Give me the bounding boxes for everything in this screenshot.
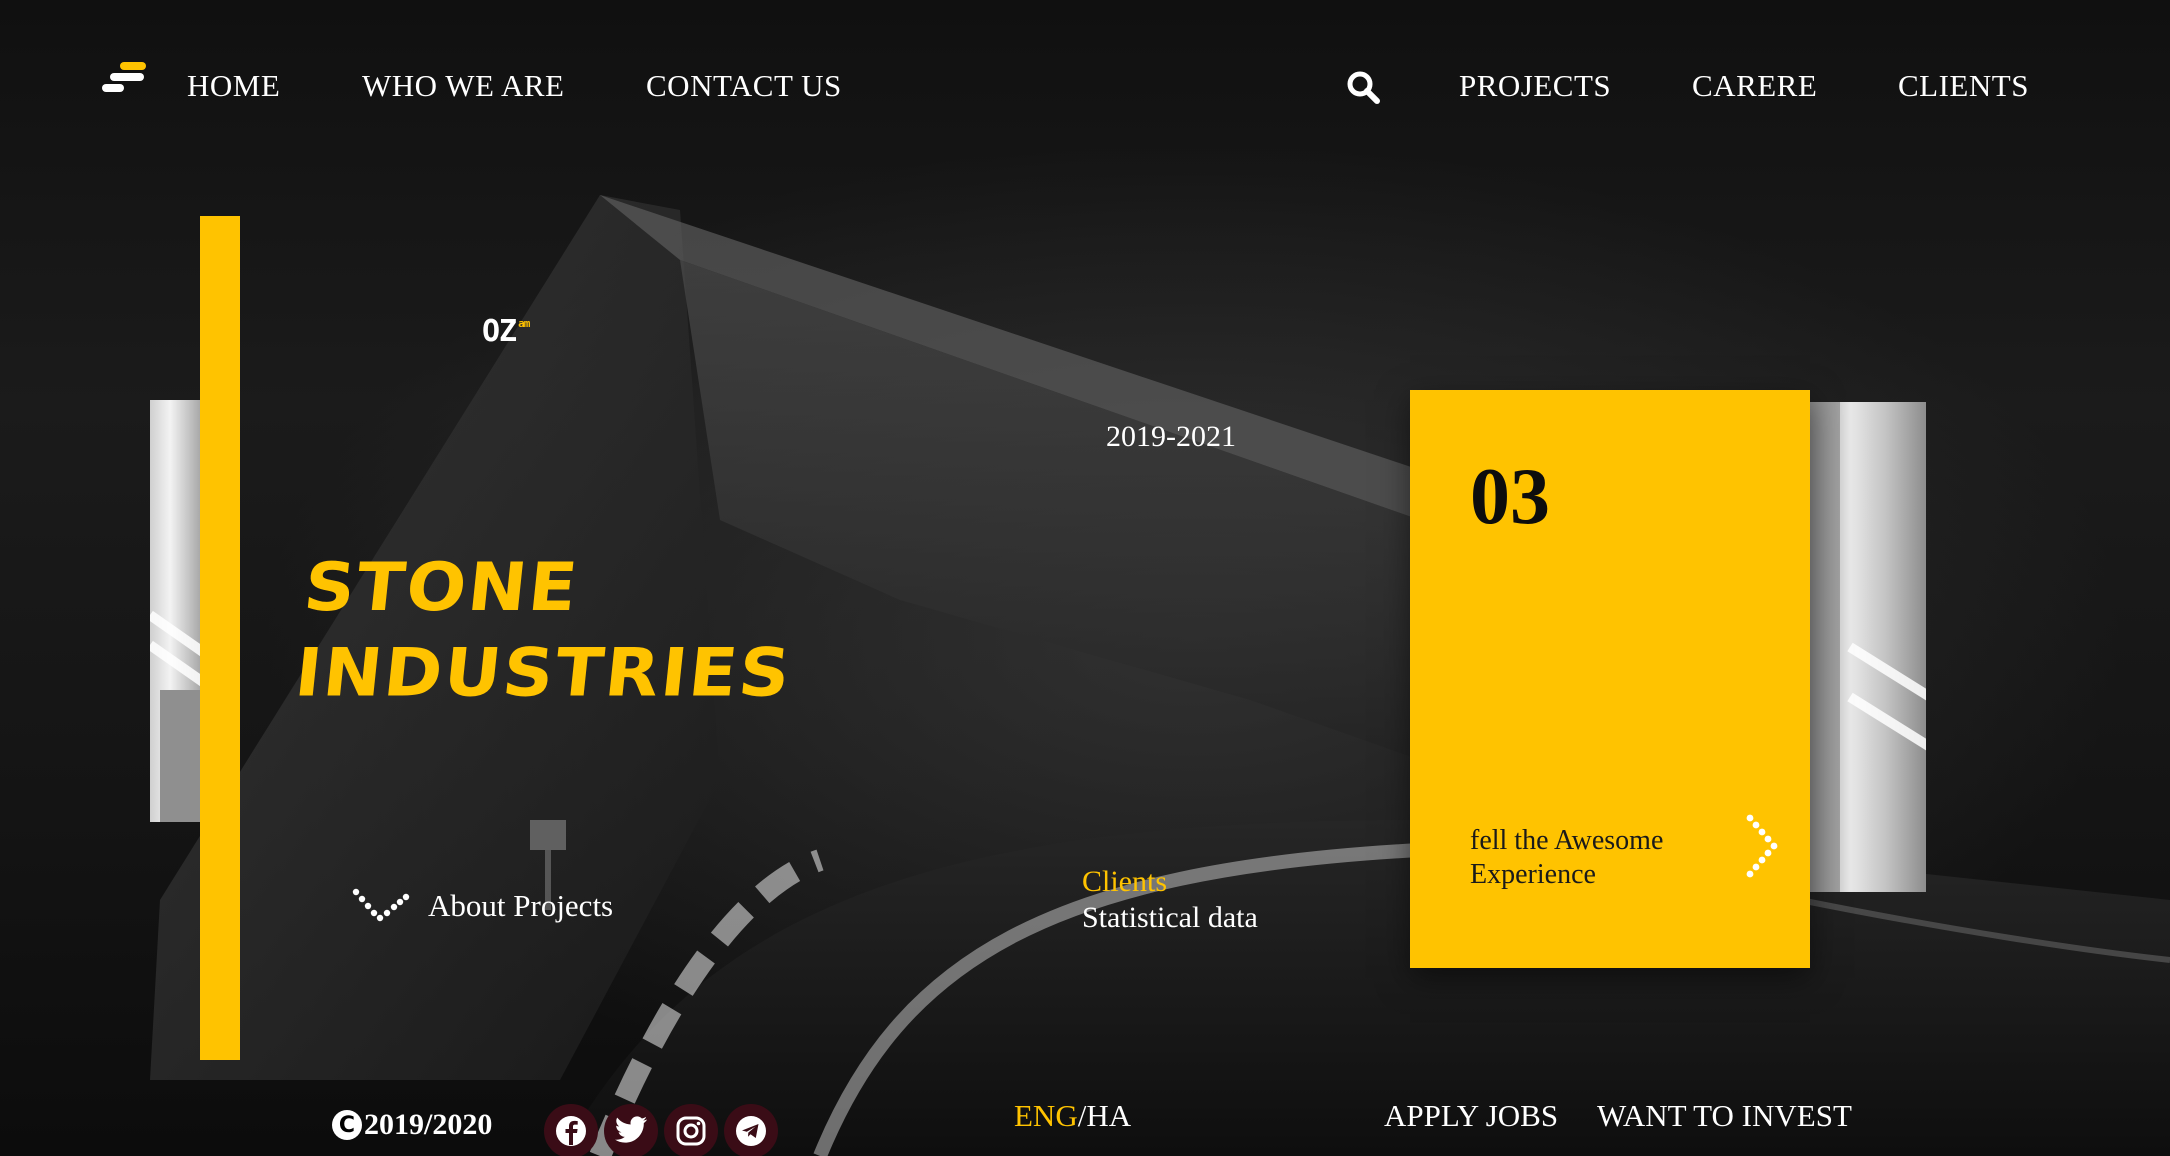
brand-mini-logo-sup: am — [518, 317, 530, 330]
about-projects-link[interactable]: About Projects — [352, 886, 613, 926]
dotted-chevron-down-icon — [352, 888, 410, 922]
about-projects-label: About Projects — [428, 888, 614, 923]
nav-carere[interactable]: CARERE — [1692, 68, 1817, 104]
landing-page: HOME WHO WE ARE CONTACT US PROJECTS CARE… — [0, 0, 2170, 1156]
language-switcher: ENG/HA — [1014, 1098, 1131, 1134]
stats-block: Clients Statistical data — [1082, 864, 1258, 936]
twitter-icon[interactable] — [604, 1104, 658, 1156]
side-image-left — [150, 400, 200, 822]
lang-eng[interactable]: ENG — [1014, 1098, 1078, 1133]
hero-title-line2: INDUSTRIES — [291, 633, 796, 712]
accent-bar — [200, 216, 240, 1060]
facebook-icon[interactable] — [544, 1104, 598, 1156]
stats-label: Clients — [1082, 865, 1168, 898]
copyright: C 2019/2020 — [332, 1108, 492, 1142]
card-number: 03 — [1470, 453, 1550, 541]
dotted-chevron-right-icon[interactable] — [1742, 814, 1792, 878]
nav-clients[interactable]: CLIENTS — [1898, 68, 2029, 104]
search-icon[interactable] — [1346, 70, 1380, 104]
lang-ha[interactable]: HA — [1086, 1098, 1131, 1133]
side-image-right — [1810, 402, 1926, 892]
stats-value: Statistical data — [1082, 901, 1258, 934]
brand-mini-logo-text: OZ — [482, 314, 517, 349]
copyright-icon: C — [332, 1110, 362, 1140]
hero-title-line1: STONE — [300, 548, 583, 627]
want-to-invest-link[interactable]: WANT TO INVEST — [1597, 1098, 1852, 1134]
nav-who-we-are[interactable]: WHO WE ARE — [362, 68, 564, 104]
nav-home[interactable]: HOME — [187, 68, 280, 104]
instagram-icon[interactable] — [664, 1104, 718, 1156]
brand-mini-logo: OZ am — [482, 314, 530, 349]
year-range: 2019-2021 — [1106, 420, 1236, 453]
feature-card: 03 fell the Awesome Experience — [1410, 390, 1810, 968]
hero-title: STONE INDUSTRIES — [291, 545, 805, 716]
apply-jobs-link[interactable]: APPLY JOBS — [1384, 1098, 1558, 1134]
menu-bars-icon[interactable] — [100, 60, 148, 94]
nav-projects[interactable]: PROJECTS — [1459, 68, 1611, 104]
copyright-years: 2019/2020 — [364, 1108, 493, 1141]
telegram-icon[interactable] — [724, 1104, 778, 1156]
nav-contact-us[interactable]: CONTACT US — [646, 68, 842, 104]
card-tagline: fell the Awesome Experience — [1470, 825, 1664, 890]
